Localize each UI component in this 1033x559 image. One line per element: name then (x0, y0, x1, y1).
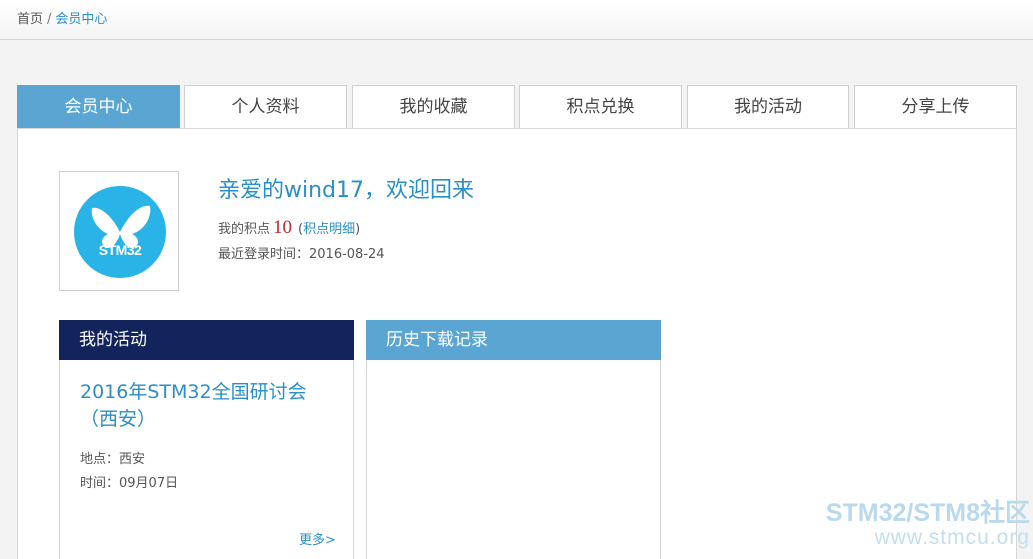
my-activities-header: 我的活动 (59, 320, 354, 360)
tab-profile[interactable]: 个人资料 (184, 85, 347, 129)
avatar-text: STM32 (98, 242, 142, 258)
my-activities-card: 我的活动 2016年STM32全国研讨会（西安） 地点：西安 时间：09月07日… (59, 320, 354, 559)
points-value: 10 (273, 217, 293, 238)
watermark-title: STM32/STM8社区 (825, 499, 1030, 527)
last-login-time: 最近登录时间：2016-08-24 (218, 247, 385, 262)
top-bar: 首页 / 会员中心 (0, 0, 1033, 40)
avatar-badge: STM32 (74, 186, 166, 278)
tab-share-upload[interactable]: 分享上传 (854, 85, 1017, 129)
welcome-message: 亲爱的wind17，欢迎回来 (218, 178, 475, 203)
tab-points-exchange[interactable]: 积点兑换 (519, 85, 682, 129)
more-activities-link[interactable]: 更多> (299, 529, 336, 548)
download-history-header: 历史下载记录 (366, 320, 661, 360)
points-line: 我的积点 10 (积点明细) (218, 217, 360, 239)
tab-favorites[interactable]: 我的收藏 (352, 85, 515, 129)
event-location: 地点：西安 (80, 452, 146, 467)
points-label: 我的积点 (218, 222, 271, 237)
tab-my-activities[interactable]: 我的活动 (687, 85, 849, 129)
avatar: STM32 (59, 171, 179, 291)
tab-member-center[interactable]: 会员中心 (17, 85, 180, 129)
event-time: 时间：09月07日 (80, 476, 179, 491)
butterfly-icon (91, 205, 151, 248)
member-center-panel: STM32 亲爱的wind17，欢迎回来 我的积点 10 (积点明细) 最近登录时间… (17, 128, 1017, 559)
breadcrumb-current: 会员中心 (55, 12, 108, 27)
points-detail-link[interactable]: 积点明细 (303, 222, 355, 237)
site-watermark: STM32/STM8社区 www.stmcu.org (795, 499, 1030, 555)
watermark-url: www.stmcu.org (874, 526, 1030, 549)
breadcrumb-home-link[interactable]: 首页 (17, 12, 43, 27)
download-history-card: 历史下载记录 (366, 320, 661, 559)
breadcrumb: 首页 / 会员中心 (17, 8, 107, 27)
event-title-link[interactable]: 2016年STM32全国研讨会（西安） (80, 379, 335, 433)
member-tabs: 会员中心 个人资料 我的收藏 积点兑换 我的活动 分享上传 (17, 85, 1017, 129)
breadcrumb-separator: / (47, 12, 52, 27)
points-link-close: ) (355, 222, 361, 237)
